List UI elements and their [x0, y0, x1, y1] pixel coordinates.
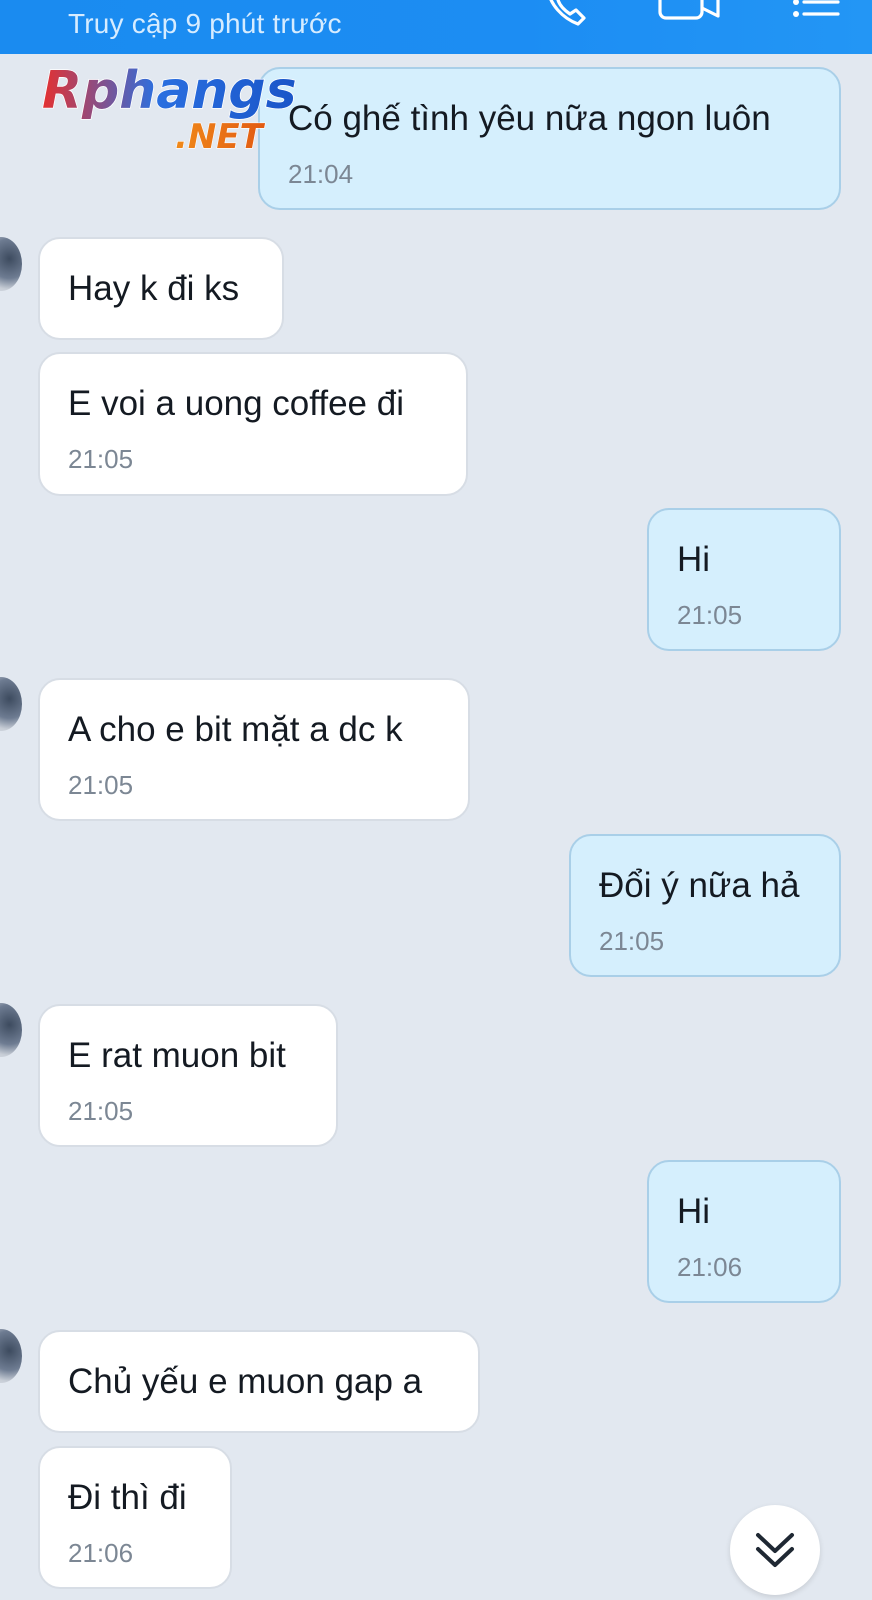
message-bubble-outgoing[interactable]: Đổi ý nữa hả 21:05 [569, 834, 841, 977]
chat-header: Truy cập 9 phút trước [0, 0, 872, 54]
message-time: 21:06 [677, 1252, 743, 1282]
message-text: A cho e bit mặt a dc k [68, 710, 403, 749]
double-chevron-down-icon [756, 1533, 794, 1567]
message-bubble-incoming[interactable]: A cho e bit mặt a dc k 21:05 [38, 678, 470, 821]
watermark-tld: .NET [175, 117, 266, 157]
message-text: E voi a uong coffee đi [68, 384, 404, 423]
scroll-to-bottom-button[interactable] [730, 1505, 820, 1595]
phone-icon[interactable] [540, 0, 590, 34]
message-text: Đi thì đi [68, 1478, 187, 1517]
message-time: 21:05 [68, 444, 134, 474]
message-text: Hi [677, 540, 711, 579]
message-bubble-incoming[interactable]: Đi thì đi 21:06 [38, 1446, 232, 1589]
last-seen-status: Truy cập 9 phút trước [68, 8, 342, 39]
message-bubble-outgoing[interactable]: Có ghế tình yêu nữa ngon luôn 21:04 [258, 67, 841, 210]
message-text: Hi [677, 1192, 711, 1231]
message-text: Hay k đi ks [68, 269, 240, 308]
message-bubble-incoming[interactable]: E rat muon bit 21:05 [38, 1004, 338, 1147]
message-text: E rat muon bit [68, 1036, 286, 1075]
watermark-logo: Rphangs .NET [41, 60, 297, 157]
message-text: Đổi ý nữa hả [599, 866, 800, 905]
message-time: 21:05 [68, 770, 134, 800]
message-text: Có ghế tình yêu nữa ngon luôn [288, 99, 771, 138]
menu-icon[interactable] [790, 0, 842, 38]
video-call-icon[interactable] [656, 0, 726, 38]
message-bubble-incoming[interactable]: E voi a uong coffee đi 21:05 [38, 352, 468, 496]
message-bubble-outgoing[interactable]: Hi 21:05 [647, 508, 841, 651]
message-bubble-outgoing[interactable]: Hi 21:06 [647, 1160, 841, 1303]
message-bubble-incoming[interactable]: Hay k đi ks [38, 237, 284, 340]
message-time: 21:05 [677, 600, 743, 630]
message-text: Chủ yếu e muon gap a [68, 1362, 423, 1401]
message-time: 21:05 [68, 1096, 134, 1126]
watermark-brand: Rphangs [42, 61, 297, 121]
message-time: 21:05 [599, 926, 665, 956]
message-time: 21:06 [68, 1538, 134, 1568]
message-time: 21:04 [288, 159, 354, 189]
message-bubble-incoming[interactable]: Chủ yếu e muon gap a [38, 1330, 480, 1433]
